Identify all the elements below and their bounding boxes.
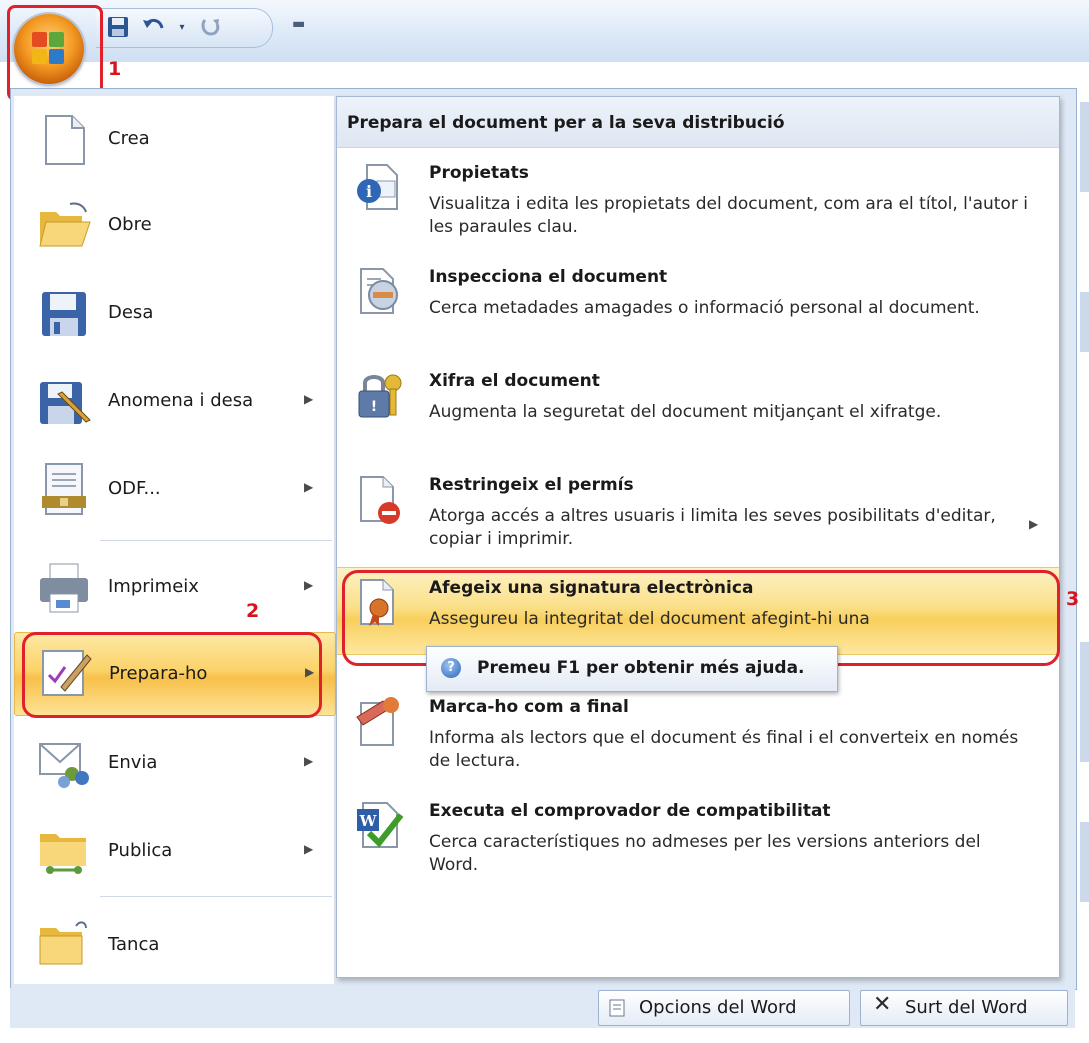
submenu-item-compatibilitat[interactable]: W Executa el comprovador de compatibilit… xyxy=(337,787,1059,891)
menu-item-tanca[interactable]: Tanca xyxy=(14,898,334,984)
menu-item-label: Desa xyxy=(108,302,154,323)
submenu-item-description: Visualitza i edita les propietats del do… xyxy=(429,194,1028,237)
menu-item-desa[interactable]: Desa xyxy=(14,270,334,356)
annotation-box-1 xyxy=(7,5,103,101)
submenu-arrow-icon: ▶ xyxy=(304,842,314,856)
submenu-item-description: Atorga accés a altres usuaris i limita l… xyxy=(429,506,996,549)
submenu-arrow-icon: ▶ xyxy=(304,578,314,592)
submenu-item-inspecciona[interactable]: Inspecciona el document Cerca metadades … xyxy=(337,253,1059,357)
printer-icon xyxy=(36,560,92,616)
submenu-item-description: Informa als lectors que el document és f… xyxy=(429,728,1019,771)
submenu-arrow-icon: ▶ xyxy=(1029,517,1039,531)
exit-word-label: Surt del Word xyxy=(905,997,1028,1018)
publish-icon xyxy=(36,824,92,880)
submenu-item-description: Cerca característiques no admeses per le… xyxy=(429,832,981,875)
submenu-item-xifra[interactable]: ! Xifra el document Augmenta la segureta… xyxy=(337,357,1059,461)
annotation-label-2: 2 xyxy=(246,600,260,622)
menu-item-label: Tanca xyxy=(108,934,160,955)
quick-access-toolbar: ▾ xyxy=(96,8,273,48)
send-icon xyxy=(36,736,92,792)
svg-text:W: W xyxy=(359,812,378,830)
submenu-arrow-icon: ▶ xyxy=(304,392,314,406)
menu-item-label: ODF... xyxy=(108,478,161,499)
open-folder-icon xyxy=(36,198,92,254)
properties-icon: i xyxy=(353,161,405,213)
submenu-arrow-icon: ▶ xyxy=(304,480,314,494)
options-icon xyxy=(609,999,625,1017)
inspect-document-icon xyxy=(353,265,405,317)
submenu-item-title: Marca-ho com a final xyxy=(429,697,629,717)
save-as-icon xyxy=(36,374,92,430)
save-icon[interactable] xyxy=(104,16,132,40)
menu-item-imprimeix[interactable]: Imprimeix ▶ xyxy=(14,544,334,630)
customize-qat-icon[interactable]: ▬ xyxy=(292,16,305,32)
submenu-item-title: Propietats xyxy=(429,163,529,183)
menu-item-label: Publica xyxy=(108,840,173,861)
exit-word-button[interactable]: ✕ Surt del Word xyxy=(860,990,1068,1026)
help-tooltip-text: Premeu F1 per obtenir més ajuda. xyxy=(477,658,805,678)
menu-item-label: Anomena i desa xyxy=(108,390,254,411)
word-options-label: Opcions del Word xyxy=(639,997,797,1018)
office-menu-footer: Opcions del Word ✕ Surt del Word xyxy=(10,988,1075,1028)
menu-item-label: Crea xyxy=(108,128,150,149)
menu-separator xyxy=(100,540,332,541)
submenu-header-title: Prepara el document per a la seva distri… xyxy=(347,113,785,133)
menu-item-label: Envia xyxy=(108,752,158,773)
quick-access-bar: ▾ ▬ xyxy=(0,0,1089,62)
mark-final-icon xyxy=(353,695,405,747)
menu-item-envia[interactable]: Envia ▶ xyxy=(14,720,334,806)
submenu-item-description: Augmenta la seguretat del document mitja… xyxy=(429,402,942,422)
submenu-item-marca-final[interactable]: Marca-ho com a final Informa als lectors… xyxy=(337,683,1059,787)
prepare-submenu-panel: Prepara el document per a la seva distri… xyxy=(336,96,1060,978)
document-edge xyxy=(1078,62,1089,1043)
menu-item-odf[interactable]: ODF... ▶ xyxy=(14,446,334,532)
undo-icon[interactable] xyxy=(140,16,168,40)
menu-item-crea[interactable]: Crea xyxy=(14,96,334,182)
submenu-item-propietats[interactable]: i Propietats Visualitza i edita les prop… xyxy=(337,149,1059,253)
undo-dropdown-icon[interactable]: ▾ xyxy=(168,16,196,40)
odf-document-icon xyxy=(36,462,92,518)
help-icon: ? xyxy=(441,658,461,678)
close-folder-icon xyxy=(36,914,92,970)
help-tooltip: ? Premeu F1 per obtenir més ajuda. xyxy=(426,646,838,692)
menu-item-publica[interactable]: Publica ▶ xyxy=(14,808,334,894)
menu-item-label: Obre xyxy=(108,214,152,235)
submenu-item-title: Restringeix el permís xyxy=(429,475,634,495)
submenu-item-description: Cerca metadades amagades o informació pe… xyxy=(429,298,980,318)
submenu-arrow-icon: ▶ xyxy=(304,754,314,768)
compatibility-checker-icon: W xyxy=(353,799,405,851)
submenu-header: Prepara el document per a la seva distri… xyxy=(337,97,1059,148)
menu-item-label: Imprimeix xyxy=(108,576,199,597)
submenu-item-title: Executa el comprovador de compatibilitat xyxy=(429,801,831,821)
svg-text:!: ! xyxy=(371,399,377,415)
new-document-icon xyxy=(36,112,92,168)
word-options-button[interactable]: Opcions del Word xyxy=(598,990,850,1026)
close-x-icon: ✕ xyxy=(873,992,892,1017)
annotation-box-2 xyxy=(22,632,322,718)
redo-icon[interactable] xyxy=(196,16,224,40)
menu-separator xyxy=(100,896,332,897)
menu-item-obre[interactable]: Obre xyxy=(14,182,334,268)
svg-text:i: i xyxy=(366,182,372,201)
submenu-item-title: Xifra el document xyxy=(429,371,600,391)
submenu-item-restringeix[interactable]: Restringeix el permís Atorga accés a alt… xyxy=(337,461,1059,565)
menu-item-anomena-i-desa[interactable]: Anomena i desa ▶ xyxy=(14,358,334,444)
annotation-label-1: 1 xyxy=(108,58,122,80)
save-disk-icon xyxy=(36,286,92,342)
restrict-permission-icon xyxy=(353,473,405,525)
submenu-item-title: Inspecciona el document xyxy=(429,267,668,287)
encrypt-lock-icon: ! xyxy=(353,369,405,421)
